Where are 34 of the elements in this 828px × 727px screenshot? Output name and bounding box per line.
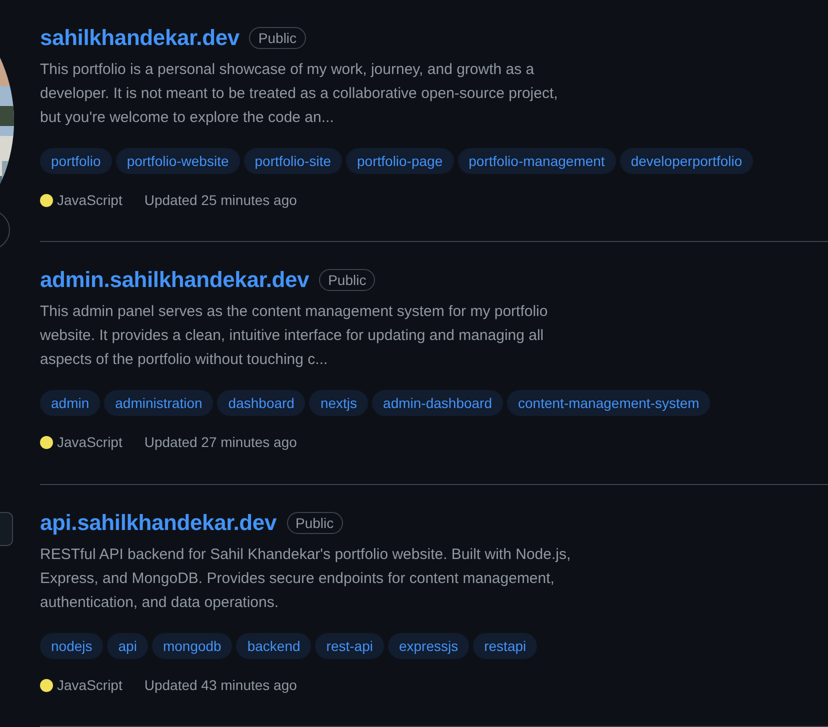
repo-description: This admin panel serves as the content management system for my portfolio website. It provides a clean, intuitive interface for updating and managing all aspects of the portfolio without touching c... <box>40 302 549 370</box>
repo-description: This portfolio is a personal showcase of my work, journey, and growth as a developer. It is not meant to be treated as a collaborative open-source project, but you're welcome to explore the code an... <box>40 60 559 128</box>
topic-tag[interactable]: portfolio <box>40 148 112 174</box>
visibility-label: Public <box>319 269 376 292</box>
visibility-label: Public <box>249 27 306 49</box>
topic-tag[interactable]: portfolio-site <box>244 148 342 174</box>
language-label: JavaScript <box>57 433 122 452</box>
visibility-label: Public <box>286 512 343 534</box>
topic-tag[interactable]: administration <box>104 390 214 416</box>
topic-tag[interactable]: portfolio-website <box>116 148 240 174</box>
topic-tag[interactable]: nextjs <box>309 390 368 416</box>
topic-tag[interactable]: dashboard <box>217 390 306 416</box>
topic-tag[interactable]: api <box>107 632 148 659</box>
repo-link[interactable]: api.sahilkhandekar.dev <box>40 508 276 537</box>
updated-time: Updated 27 minutes ago <box>144 433 297 452</box>
repo-description: RESTful API backend for Sahil Khandekar's portfolio website. Built with Node.js, Express, and MongoDB. Provides secure endpoints for content management, authentication, and data operations. <box>40 544 572 613</box>
topic-tag[interactable]: developerportfolio <box>620 148 754 174</box>
updated-time: Updated 43 minutes ago <box>144 676 297 695</box>
topic-tag[interactable]: nodejs <box>40 632 104 659</box>
topic-tag[interactable]: restapi <box>473 632 538 659</box>
topic-tag[interactable]: admin-dashboard <box>372 390 504 416</box>
topic-tag[interactable]: backend <box>236 632 312 659</box>
topic-tag[interactable]: expressjs <box>388 632 470 659</box>
topic-tag[interactable]: portfolio-management <box>458 148 616 174</box>
topic-tag[interactable]: content-management-system <box>507 390 710 416</box>
repo-link[interactable]: admin.sahilkhandekar.dev <box>40 266 310 294</box>
updated-time: Updated 25 minutes ago <box>144 191 297 210</box>
language-label: JavaScript <box>57 191 122 210</box>
topic-tag[interactable]: mongodb <box>152 632 232 659</box>
topic-tag[interactable]: portfolio-page <box>346 148 454 174</box>
topic-tag[interactable]: admin <box>40 390 100 416</box>
language-label: JavaScript <box>57 676 122 695</box>
topic-tag[interactable]: rest-api <box>315 632 384 659</box>
repo-link[interactable]: sahilkhandekar.dev <box>40 24 240 52</box>
